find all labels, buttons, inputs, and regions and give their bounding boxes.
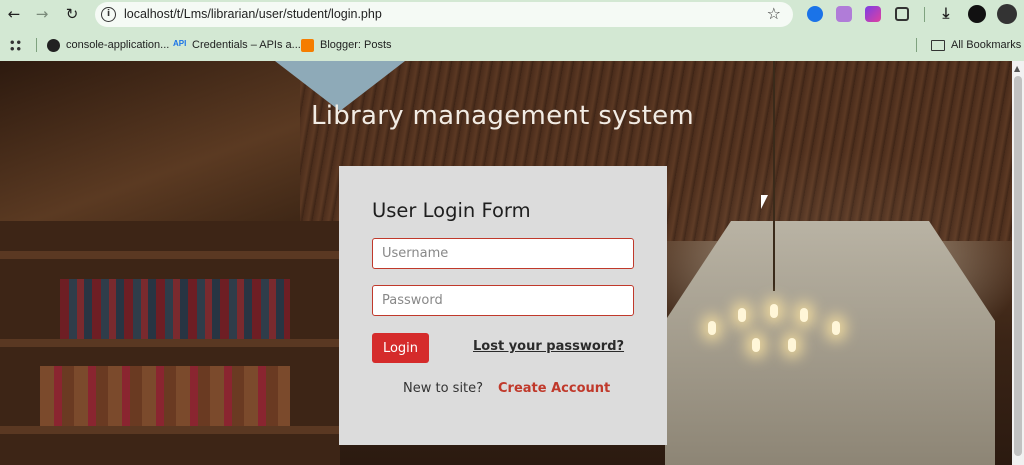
- login-button[interactable]: Login: [372, 333, 429, 363]
- browser-chrome: ← → ↻ i localhost/t/Lms/librarian/user/s…: [0, 0, 1024, 61]
- background-bookshelf: [0, 221, 340, 465]
- login-form: User Login Form Login Lost your password…: [339, 166, 667, 445]
- profile-avatar[interactable]: [968, 5, 986, 23]
- puzzle-icon[interactable]: [895, 7, 909, 21]
- browser-toolbar: ← → ↻ i localhost/t/Lms/librarian/user/s…: [0, 0, 1024, 29]
- bookmark-label: Credentials – APIs a...: [192, 39, 301, 51]
- url-text[interactable]: localhost/t/Lms/librarian/user/student/l…: [124, 7, 382, 21]
- all-bookmarks[interactable]: All Bookmarks: [931, 37, 1021, 53]
- bookmarks-divider: [916, 38, 917, 52]
- background-chandelier-chain: [773, 61, 775, 291]
- scroll-thumb[interactable]: [1014, 76, 1022, 456]
- bookmark-github[interactable]: console-application...: [47, 37, 169, 53]
- site-title: Library management system: [310, 101, 695, 131]
- back-button[interactable]: ←: [4, 4, 24, 24]
- m-extension-icon[interactable]: [836, 6, 852, 22]
- page-viewport: Library management system User Login For…: [0, 61, 1012, 465]
- bookmark-credentials[interactable]: API Credentials – APIs a...: [173, 37, 301, 53]
- lost-password-link[interactable]: Lost your password?: [473, 339, 624, 354]
- bookmark-blogger[interactable]: Blogger: Posts: [301, 37, 392, 53]
- apps-grid-icon[interactable]: [9, 37, 22, 53]
- folder-icon: [931, 39, 945, 51]
- new-to-site-text: New to site?: [403, 381, 484, 396]
- reload-button[interactable]: ↻: [62, 4, 82, 24]
- create-account-link[interactable]: Create Account: [498, 381, 610, 396]
- mouse-cursor: [761, 195, 768, 209]
- background-wall: [0, 61, 320, 231]
- chrome-menu-icon[interactable]: [997, 4, 1017, 24]
- address-bar[interactable]: i localhost/t/Lms/librarian/user/student…: [95, 2, 793, 27]
- toolbar-divider: [924, 7, 925, 22]
- github-icon: [47, 38, 60, 52]
- form-title: User Login Form: [372, 199, 531, 222]
- wappalyzer-icon[interactable]: [807, 6, 823, 22]
- bookmark-label: console-application...: [66, 39, 170, 51]
- page-scrollbar[interactable]: ▲: [1012, 61, 1024, 465]
- bookmarks-divider: [36, 38, 37, 52]
- password-input[interactable]: [372, 285, 634, 316]
- all-bookmarks-label: All Bookmarks: [951, 39, 1022, 51]
- forward-button[interactable]: →: [32, 4, 52, 24]
- blogger-icon: [301, 38, 314, 52]
- colorful-extension-icon[interactable]: [865, 6, 881, 22]
- background-chandelier: [700, 286, 850, 396]
- scroll-up-arrow-icon[interactable]: ▲: [1014, 64, 1020, 73]
- site-info-icon[interactable]: i: [101, 7, 116, 22]
- bookmark-star-icon[interactable]: ☆: [767, 4, 781, 23]
- username-input[interactable]: [372, 238, 634, 269]
- api-icon: API: [173, 38, 187, 48]
- download-icon[interactable]: ⤓: [938, 6, 954, 22]
- bookmark-label: Blogger: Posts: [320, 39, 392, 51]
- bookmarks-bar: console-application... API Credentials –…: [0, 31, 1024, 59]
